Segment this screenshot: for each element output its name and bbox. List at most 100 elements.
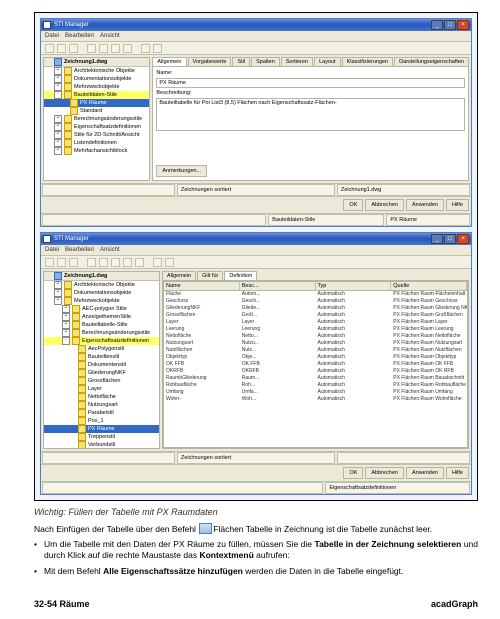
tool-icon[interactable] bbox=[111, 44, 120, 53]
tool-icon[interactable] bbox=[69, 258, 78, 267]
menu-view[interactable]: Ansicht bbox=[100, 33, 120, 39]
expand-icon[interactable]: + bbox=[62, 313, 70, 321]
tool-icon[interactable] bbox=[123, 44, 132, 53]
menu-file[interactable]: Datei bbox=[45, 33, 59, 39]
expand-icon[interactable]: + bbox=[54, 67, 62, 75]
tab[interactable]: Klassifizierungen bbox=[342, 57, 394, 66]
table-row[interactable]: ObjekttypObje...AutomatischPX Flächen:Ra… bbox=[164, 354, 467, 361]
minimize-icon[interactable]: _ bbox=[431, 20, 443, 30]
expand-icon[interactable]: + bbox=[54, 297, 62, 305]
tree-item[interactable]: +Mehrzweckobjekte bbox=[44, 83, 149, 91]
anwenden-button[interactable]: Anwenden bbox=[406, 467, 444, 479]
table-row[interactable]: UmfangUmfa...AutomatischPX Flächen:Raum … bbox=[164, 389, 467, 396]
tree-item[interactable]: -Eigenschaftsatzdefinitionen bbox=[44, 337, 159, 345]
desc-field[interactable]: Bauteiltabelle für Poi List3 (8.5) Fläch… bbox=[156, 98, 465, 131]
tree-item[interactable]: +Bauteiltabelle-Stile bbox=[44, 321, 159, 329]
expand-icon[interactable]: + bbox=[54, 147, 62, 155]
tree-item[interactable]: Zeichnung1.dwg bbox=[44, 272, 159, 281]
grid-header-cell[interactable]: Typ bbox=[316, 282, 392, 290]
tool-icon[interactable] bbox=[99, 258, 108, 267]
tree-item[interactable]: Bauteiltenstil bbox=[44, 353, 159, 361]
tool-icon[interactable] bbox=[123, 258, 132, 267]
menu-file[interactable]: Datei bbox=[45, 247, 59, 253]
menu-edit[interactable]: Bearbeiten bbox=[65, 33, 94, 39]
tree-item[interactable]: Verbundstil bbox=[44, 441, 159, 449]
tab[interactable]: Gilt für bbox=[197, 271, 223, 280]
tab[interactable]: Allgemein bbox=[152, 57, 186, 66]
menu-view[interactable]: Ansicht bbox=[100, 247, 120, 253]
tab[interactable]: Definition bbox=[224, 271, 257, 280]
table-row[interactable]: OK FFBOK FFBAutomatischPX Flächen:Raum O… bbox=[164, 361, 467, 368]
expand-icon[interactable]: + bbox=[54, 289, 62, 297]
tree-item[interactable]: Standard bbox=[44, 107, 149, 115]
table-row[interactable]: LeerungLeerungAutomatischPX Flächen:Raum… bbox=[164, 326, 467, 333]
tree-item[interactable]: Dokumentenstil bbox=[44, 361, 159, 369]
tree-item[interactable]: +Architektonische Objekte bbox=[44, 67, 149, 75]
tool-icon[interactable] bbox=[57, 44, 66, 53]
table-row[interactable]: RohbauflächeRoh...AutomatischPX Flächen:… bbox=[164, 382, 467, 389]
tool-icon[interactable] bbox=[69, 44, 78, 53]
expand-icon[interactable]: + bbox=[54, 115, 62, 123]
tab[interactable]: Spalten bbox=[251, 57, 280, 66]
expand-icon[interactable]: + bbox=[54, 75, 62, 83]
table-row[interactable]: GrossflächenGroß...AutomatischPX Flächen… bbox=[164, 312, 467, 319]
hilfe-button[interactable]: Hilfe bbox=[446, 199, 469, 211]
tool-icon[interactable] bbox=[153, 258, 162, 267]
expand-icon[interactable]: + bbox=[62, 321, 70, 329]
hilfe-button[interactable]: Hilfe bbox=[446, 467, 469, 479]
tool-icon[interactable] bbox=[153, 44, 162, 53]
tree-item[interactable]: Nettofläche bbox=[44, 393, 159, 401]
tree-item[interactable]: +Dokumentationsobjekte bbox=[44, 289, 159, 297]
ok-button[interactable]: OK bbox=[343, 467, 363, 479]
notes-button[interactable]: Anmerkungen... bbox=[156, 165, 207, 177]
tree-item[interactable]: +Eigenschaftsatzdefinitionen bbox=[44, 123, 149, 131]
close-icon[interactable]: × bbox=[457, 20, 469, 30]
expand-icon[interactable]: + bbox=[54, 123, 62, 131]
table-row[interactable]: RaumbGliederungRaum...AutomatischPX Fläc… bbox=[164, 375, 467, 382]
tree-item[interactable]: Pos_1 bbox=[44, 417, 159, 425]
tree-item[interactable]: +AEC-polygon Stile bbox=[44, 305, 159, 313]
table-row[interactable]: FlächeAutom...AutomatischPX Flächen Raum… bbox=[164, 291, 467, 298]
grid-header-cell[interactable]: Quelle bbox=[391, 282, 467, 290]
table-row[interactable]: GliederungNKFGliede...AutomatischPX Fläc… bbox=[164, 305, 467, 312]
tree-item[interactable]: AecPolygonstil bbox=[44, 345, 159, 353]
tree-item[interactable]: PX Räume bbox=[44, 99, 149, 107]
tab[interactable]: Stil bbox=[232, 57, 250, 66]
tab[interactable]: Allgemein bbox=[162, 271, 196, 280]
maximize-icon[interactable]: □ bbox=[444, 20, 456, 30]
table-row[interactable]: NettoflächeNetto...AutomatischPX Flächen… bbox=[164, 333, 467, 340]
table-row[interactable]: Wohn-Woh...AutomatischPX Flächen:Raum Wo… bbox=[164, 396, 467, 403]
table-row[interactable]: NutzflächenNutz...AutomatischPX Flächen:… bbox=[164, 347, 467, 354]
tool-icon[interactable] bbox=[45, 258, 54, 267]
table-row[interactable]: LayerLayerAutomatischPX Flächen:Raum Lay… bbox=[164, 319, 467, 326]
table-row[interactable]: OKRFBOKRFBAutomatischPX Flächen:Raum OK … bbox=[164, 368, 467, 375]
expand-icon[interactable]: + bbox=[62, 305, 70, 313]
tree-item[interactable]: +Dokumentationsobjekte bbox=[44, 75, 149, 83]
expand-icon[interactable]: + bbox=[62, 329, 70, 337]
tree-item[interactable]: Treppenstil bbox=[44, 433, 159, 441]
tab[interactable]: Darstellungseigenschaften bbox=[394, 57, 469, 66]
tree-view-1[interactable]: Zeichnung1.dwg+Architektonische Objekte+… bbox=[43, 57, 150, 181]
tree-item[interactable]: -Bauteildaten-Stile bbox=[44, 91, 149, 99]
tab[interactable]: Vorgabewerte bbox=[188, 57, 232, 66]
tree-item[interactable]: PX Räume bbox=[44, 425, 159, 433]
minimize-icon[interactable]: _ bbox=[431, 234, 443, 244]
tree-view-2[interactable]: Zeichnung1.dwg+Architektonische Objekte+… bbox=[43, 271, 160, 449]
name-field[interactable]: PX Räume bbox=[156, 78, 465, 88]
tab[interactable]: Sortieren bbox=[281, 57, 313, 66]
tree-item[interactable]: Nutzungsart bbox=[44, 401, 159, 409]
tree-item[interactable]: +Architektonische Objekte bbox=[44, 281, 159, 289]
tab[interactable]: Layout bbox=[314, 57, 341, 66]
collapse-icon[interactable]: - bbox=[54, 91, 62, 99]
close-icon[interactable]: × bbox=[457, 234, 469, 244]
tool-icon[interactable] bbox=[99, 44, 108, 53]
abbrechen-button[interactable]: Abbrechen bbox=[365, 199, 404, 211]
table-row[interactable]: GeschossGesch...AutomatischPX Flächen:Ra… bbox=[164, 298, 467, 305]
tree-item[interactable]: +Listendefinitionen bbox=[44, 139, 149, 147]
tool-icon[interactable] bbox=[57, 258, 66, 267]
abbrechen-button[interactable]: Abbrechen bbox=[365, 467, 404, 479]
tool-icon[interactable] bbox=[111, 258, 120, 267]
tree-item[interactable]: Layer bbox=[44, 385, 159, 393]
tool-icon[interactable] bbox=[141, 44, 150, 53]
grid-header-cell[interactable]: Name bbox=[164, 282, 240, 290]
